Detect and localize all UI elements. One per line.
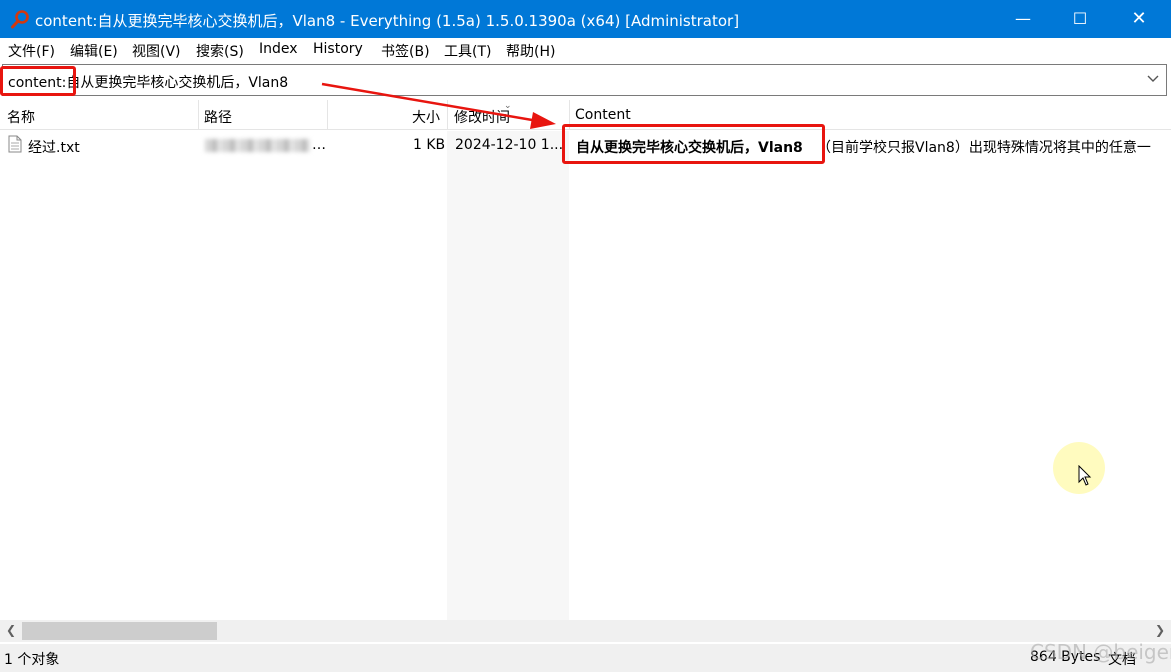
maximize-button[interactable]: ☐ <box>1057 0 1103 38</box>
mouse-cursor-icon <box>1078 465 1092 486</box>
column-modified[interactable]: 修改时间 <box>454 107 510 127</box>
menu-help[interactable]: 帮助(H) <box>506 41 555 61</box>
watermark: CSDN @beiger <box>1030 640 1171 664</box>
column-divider[interactable] <box>327 100 328 130</box>
file-modified: 2024-12-10 1... <box>455 137 564 153</box>
title-bar[interactable]: content:自从更换完毕核心交换机后，Vlan8 - Everything … <box>0 0 1171 38</box>
window-title: content:自从更换完毕核心交换机后，Vlan8 - Everything … <box>35 12 740 30</box>
close-button[interactable]: ✕ <box>1116 0 1162 38</box>
menu-index[interactable]: Index <box>259 41 298 57</box>
column-name[interactable]: 名称 <box>7 107 35 127</box>
menu-view[interactable]: 视图(V) <box>132 41 181 61</box>
file-size: 1 KB <box>413 137 446 153</box>
file-name: 经过.txt <box>28 140 80 156</box>
menu-bookmarks[interactable]: 书签(B) <box>381 41 430 61</box>
menu-history[interactable]: History <box>313 41 363 57</box>
object-count: 1 个对象 <box>4 652 60 668</box>
chevron-down-icon[interactable] <box>1146 71 1160 85</box>
menu-search[interactable]: 搜索(S) <box>196 41 244 61</box>
magnifier-icon <box>11 10 29 29</box>
column-content[interactable]: Content <box>575 107 631 123</box>
scrollbar-thumb[interactable] <box>22 622 217 640</box>
minimize-button[interactable]: — <box>1000 0 1046 38</box>
column-divider[interactable] <box>447 100 448 130</box>
text-file-icon <box>8 135 22 153</box>
status-bar: 1 个对象 864 Bytes 文档 <box>0 644 1171 672</box>
scroll-right-icon[interactable]: ❯ <box>1155 623 1165 637</box>
annotation-box-match <box>562 124 825 164</box>
search-input[interactable]: content:自从更换完毕核心交换机后，Vlan8 <box>2 64 1167 96</box>
file-path-redacted <box>205 139 310 152</box>
path-ellipsis: … <box>312 137 326 153</box>
column-size[interactable]: 大小 <box>412 107 440 127</box>
annotation-box-content-prefix <box>0 66 76 96</box>
sorted-column-highlight <box>447 131 569 620</box>
menu-file[interactable]: 文件(F) <box>8 41 55 61</box>
column-divider[interactable] <box>198 100 199 130</box>
menu-edit[interactable]: 编辑(E) <box>70 41 118 61</box>
scroll-left-icon[interactable]: ❮ <box>6 623 16 637</box>
menu-bar: 文件(F) 编辑(E) 视图(V) 搜索(S) Index History 书签… <box>0 38 1171 62</box>
content-rest: （目前学校只报Vlan8）出现特殊情况将其中的任意一 <box>817 140 1151 156</box>
menu-tools[interactable]: 工具(T) <box>444 41 491 61</box>
horizontal-scrollbar[interactable]: ❮ ❯ <box>0 620 1171 642</box>
column-path[interactable]: 路径 <box>204 107 232 127</box>
